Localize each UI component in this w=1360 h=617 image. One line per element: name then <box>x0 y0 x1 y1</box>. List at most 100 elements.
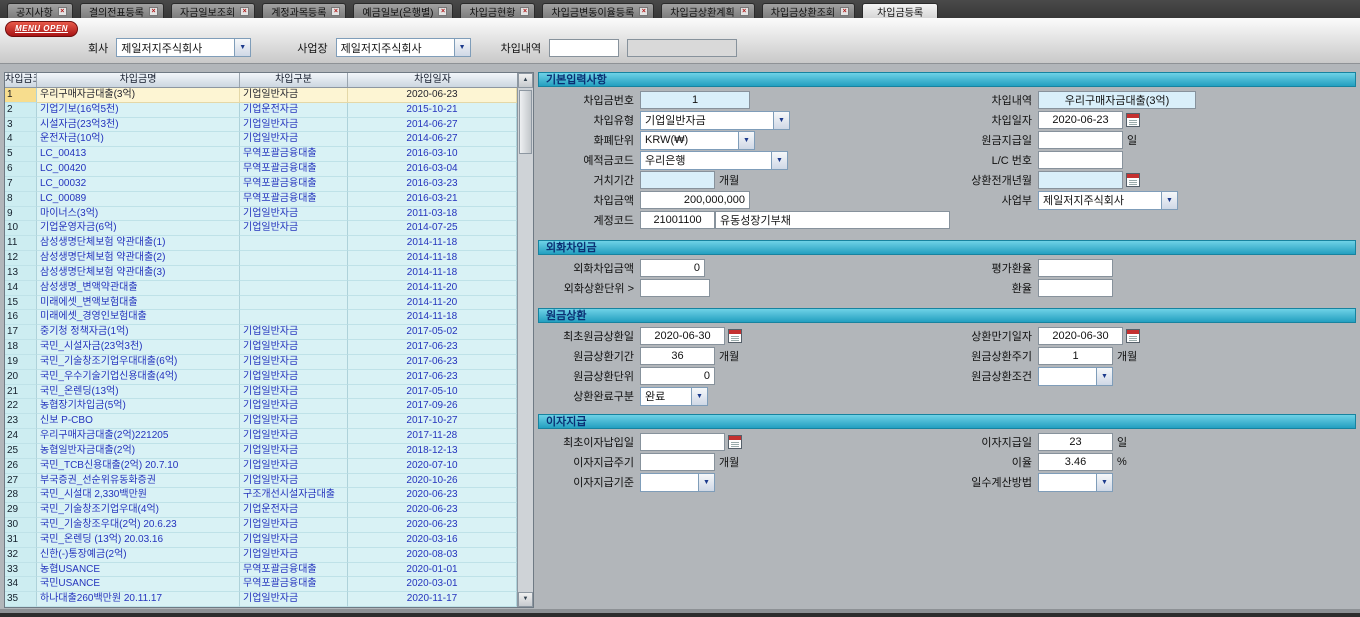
calendar-icon[interactable] <box>1126 173 1140 187</box>
table-row[interactable]: 9마이너스(3억)기업일반자금2011-03-18 <box>5 207 517 222</box>
table-row[interactable]: 10기업운영자금(6억)기업일반자금2014-07-25 <box>5 221 517 236</box>
table-row[interactable]: 33농협USANCE무역포괄금융대출2020-01-01 <box>5 563 517 578</box>
calendar-icon[interactable] <box>728 329 742 343</box>
table-row[interactable]: 35하나대출260백만원 20.11.17기업일반자금2020-11-17 <box>5 592 517 607</box>
table-row[interactable]: 19국민_기술창조기업우대대출(6억)기업일반자금2017-06-23 <box>5 355 517 370</box>
table-row[interactable]: 16미래에셋_경영인보험대출2014-11-18 <box>5 310 517 325</box>
table-row[interactable]: 6LC_00420무역포괄금융대출2016-03-04 <box>5 162 517 177</box>
tab-close-icon[interactable]: × <box>331 7 340 16</box>
tab-item[interactable]: 예금일보(은행별)× <box>353 3 453 18</box>
loan-desc-filter-input-2[interactable] <box>627 39 737 57</box>
table-row[interactable]: 11삼성생명단체보험 약관대출(1)2014-11-18 <box>5 236 517 251</box>
tab-close-icon[interactable]: × <box>149 7 158 16</box>
interest-pay-day-field[interactable]: 23 <box>1038 433 1113 451</box>
principal-cycle-field[interactable]: 1 <box>1038 347 1113 365</box>
repay-complete-select[interactable]: 완료 ▼ <box>640 387 708 406</box>
tab-item[interactable]: 차입금상환계획× <box>661 3 754 18</box>
chevron-down-icon[interactable]: ▼ <box>234 39 250 56</box>
table-row[interactable]: 23신보 P-CBO기업일반자금2017-10-27 <box>5 414 517 429</box>
table-row[interactable]: 25농협일반자금대출(2억)기업일반자금2018-12-13 <box>5 444 517 459</box>
interest-basis-select[interactable]: ▼ <box>640 473 715 492</box>
table-row[interactable]: 17중기청 정책자금(1억)기업일반자금2017-05-02 <box>5 325 517 340</box>
loan-number-field[interactable]: 1 <box>640 91 750 109</box>
table-row[interactable]: 31국민_온렌딩 (13억) 20.03.16기업일반자금2020-03-16 <box>5 533 517 548</box>
deposit-code-select[interactable]: 우리은행 ▼ <box>640 151 788 170</box>
loan-date-field[interactable]: 2020-06-23 <box>1038 111 1123 129</box>
scroll-thumb[interactable] <box>519 90 532 154</box>
tab-close-icon[interactable]: × <box>639 7 648 16</box>
interest-cycle-field[interactable] <box>640 453 715 471</box>
table-row[interactable]: 34국민USANCE무역포괄금융대출2020-03-01 <box>5 577 517 592</box>
loan-desc-filter-input[interactable] <box>549 39 619 57</box>
scroll-down-icon[interactable]: ▼ <box>518 592 533 607</box>
tab-item[interactable]: 자금일보조회× <box>171 3 255 18</box>
fx-amount-field[interactable]: 0 <box>640 259 705 277</box>
principal-condition-select[interactable]: ▼ <box>1038 367 1113 386</box>
tab-close-icon[interactable]: × <box>520 7 529 16</box>
table-row[interactable]: 3시설자금(23억3천)기업일반자금2014-06-27 <box>5 118 517 133</box>
chevron-down-icon[interactable]: ▼ <box>454 39 470 56</box>
chevron-down-icon[interactable]: ▼ <box>691 388 707 405</box>
chevron-down-icon[interactable]: ▼ <box>1161 192 1177 209</box>
tab-item[interactable]: 공지사항× <box>7 3 73 18</box>
tab-close-icon[interactable]: × <box>438 7 447 16</box>
table-row[interactable]: 26국민_TCB신용대출(2억) 20.7.10기업일반자금2020-07-10 <box>5 459 517 474</box>
table-row[interactable]: 1우리구매자금대출(3억)기업일반자금2020-06-23 <box>5 88 517 103</box>
company-select[interactable]: 제일저지주식회사 ▼ <box>116 38 251 57</box>
table-row[interactable]: 8LC_00089무역포괄금융대출2016-03-21 <box>5 192 517 207</box>
loan-amount-field[interactable]: 200,000,000 <box>640 191 750 209</box>
currency-select[interactable]: KRW(₩) ▼ <box>640 131 755 150</box>
tab-item[interactable]: 결의전표등록× <box>80 3 164 18</box>
table-row[interactable]: 13삼성생명단체보험 약관대출(3)2014-11-18 <box>5 266 517 281</box>
tab-close-icon[interactable]: × <box>740 7 749 16</box>
lc-number-field[interactable] <box>1038 151 1123 169</box>
table-row[interactable]: 32신한(-)통장예금(2억)기업일반자금2020-08-03 <box>5 548 517 563</box>
table-row[interactable]: 7LC_00032무역포괄금융대출2016-03-23 <box>5 177 517 192</box>
account-code-field[interactable]: 21001100 <box>640 211 715 229</box>
menu-open-button[interactable]: MENU OPEN <box>5 21 78 37</box>
table-row[interactable]: 14삼성생명_변액약관대출2014-11-20 <box>5 281 517 296</box>
table-row[interactable]: 29국민_기술창조기업우대(4억)기업운전자금2020-06-23 <box>5 503 517 518</box>
table-row[interactable]: 15미래에셋_변액보험대출2014-11-20 <box>5 296 517 311</box>
table-row[interactable]: 22농협장기차입금(5억)기업일반자금2017-09-26 <box>5 399 517 414</box>
tab-item[interactable]: 차입금상환조회× <box>762 3 855 18</box>
table-row[interactable]: 12삼성생명단체보험 약관대출(2)2014-11-18 <box>5 251 517 266</box>
division-select[interactable]: 제일저지주식회사 ▼ <box>1038 191 1178 210</box>
loan-desc-field[interactable]: 우리구매자금대출(3억) <box>1038 91 1196 109</box>
table-row[interactable]: 30국민_기술창조우대(2억) 20.6.23기업일반자금2020-06-23 <box>5 518 517 533</box>
chevron-down-icon[interactable]: ▼ <box>771 152 787 169</box>
table-row[interactable]: 20국민_우수기술기업신용대출(4억)기업일반자금2017-06-23 <box>5 370 517 385</box>
chevron-down-icon[interactable]: ▼ <box>1096 474 1112 491</box>
table-row[interactable]: 24우리구매자금대출(2억)221205기업일반자금2017-11-28 <box>5 429 517 444</box>
calendar-icon[interactable] <box>728 435 742 449</box>
tab-item[interactable]: 차입금현황× <box>460 3 535 18</box>
eval-rate-field[interactable] <box>1038 259 1113 277</box>
table-row[interactable]: 21국민_온렌딩(13억)기업일반자금2017-05-10 <box>5 385 517 400</box>
table-row[interactable]: 28국민_시설대 2,330백만원구조개선시설자금대출2020-06-23 <box>5 488 517 503</box>
fx-unit-field[interactable] <box>640 279 710 297</box>
loan-type-select[interactable]: 기업일반자금 ▼ <box>640 111 790 130</box>
tab-close-icon[interactable]: × <box>58 7 67 16</box>
table-row[interactable]: 18국민_시설자금(23억3천)기업일반자금2017-06-23 <box>5 340 517 355</box>
column-header-type[interactable]: 차입구분 <box>240 73 348 87</box>
scroll-up-icon[interactable]: ▲ <box>518 73 533 88</box>
table-scrollbar[interactable]: ▲ ▼ <box>517 73 533 607</box>
first-interest-date-field[interactable] <box>640 433 725 451</box>
redemption-ym-field[interactable] <box>1038 171 1123 189</box>
day-count-select[interactable]: ▼ <box>1038 473 1113 492</box>
fx-rate-field[interactable] <box>1038 279 1113 297</box>
calendar-icon[interactable] <box>1126 329 1140 343</box>
column-header-name[interactable]: 차입금명 <box>37 73 240 87</box>
tab-close-icon[interactable]: × <box>240 7 249 16</box>
chevron-down-icon[interactable]: ▼ <box>1096 368 1112 385</box>
table-row[interactable]: 4운전자금(10억)기업일반자금2014-06-27 <box>5 132 517 147</box>
tab-item[interactable]: 계정과목등록× <box>262 3 346 18</box>
interest-rate-field[interactable]: 3.46 <box>1038 453 1113 471</box>
tab-close-icon[interactable]: × <box>840 7 849 16</box>
table-row[interactable]: 5LC_00413무역포괄금융대출2016-03-10 <box>5 147 517 162</box>
table-row[interactable]: 2기업기보(16억5천)기업운전자금2015-10-21 <box>5 103 517 118</box>
first-principal-date-field[interactable]: 2020-06-30 <box>640 327 725 345</box>
principal-pay-day-field[interactable] <box>1038 131 1123 149</box>
chevron-down-icon[interactable]: ▼ <box>738 132 754 149</box>
column-header-code[interactable]: 차입금코드 <box>5 73 37 87</box>
